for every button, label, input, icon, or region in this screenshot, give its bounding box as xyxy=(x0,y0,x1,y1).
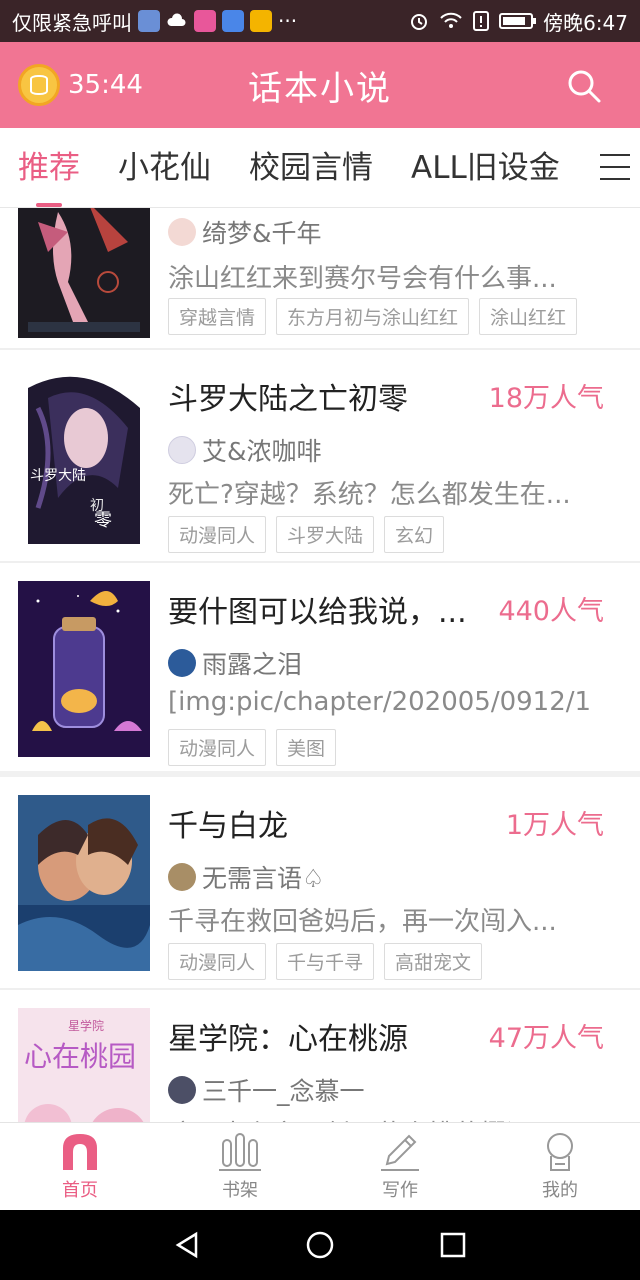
tab-menu-icon[interactable] xyxy=(600,154,630,180)
battery-icon xyxy=(499,13,537,29)
author-row: 艾&浓咖啡 xyxy=(168,432,322,468)
app-title: 话本小说 xyxy=(248,68,392,109)
book-cover: 斗罗大陆 初 零 xyxy=(18,368,150,544)
nav-profile[interactable]: 我的 xyxy=(480,1123,640,1210)
author-avatar xyxy=(168,436,196,464)
book-description: 千寻在救回爸妈后，再一次闯入... xyxy=(168,907,557,937)
book-tag[interactable]: 动漫同人 xyxy=(168,729,267,766)
system-nav-bar xyxy=(0,1210,640,1280)
book-title: 千与白龙 xyxy=(168,809,288,844)
author-avatar xyxy=(168,1076,196,1104)
author-row: 绮梦&千年 xyxy=(168,214,322,250)
book-cover: 星学院 心在桃园 xyxy=(18,1008,150,1122)
book-tag[interactable]: 穿越言情 xyxy=(168,298,267,335)
book-tags: 穿越言情 东方月初与涂山红红 涂山红红 xyxy=(168,298,578,335)
author-name: 绮梦&千年 xyxy=(202,219,322,248)
book-description: 涂山红红来到赛尔号会有什么事... xyxy=(168,264,557,294)
cloud-icon xyxy=(166,10,188,32)
book-popularity: 18万人气 xyxy=(488,383,604,414)
tab-campus-romance[interactable]: 校园言情 xyxy=(249,142,373,193)
search-icon[interactable] xyxy=(566,68,602,104)
author-row: 雨露之泪 xyxy=(168,645,302,681)
author-name: 艾&浓咖啡 xyxy=(202,437,322,466)
home-circle-icon[interactable] xyxy=(305,1230,335,1260)
book-tag[interactable]: 动漫同人 xyxy=(168,516,267,553)
author-avatar xyxy=(168,863,196,891)
more-notifications-icon: ··· xyxy=(278,9,298,33)
emergency-call-text: 仅限紧急呼叫 xyxy=(12,10,132,35)
book-item[interactable]: 千与白龙 1万人气 无需言语♤ 千寻在救回爸妈后，再一次闯入... 动漫同人 千… xyxy=(0,777,640,990)
back-icon[interactable] xyxy=(172,1230,202,1260)
book-tag[interactable]: 千与千寻 xyxy=(276,943,375,980)
author-name: 无需言语♤ xyxy=(202,864,325,893)
profile-icon xyxy=(547,1133,573,1171)
book-popularity: 47万人气 xyxy=(488,1023,604,1054)
book-tag[interactable]: 动漫同人 xyxy=(168,943,267,980)
cover-title-text: 斗罗大陆 xyxy=(30,468,86,484)
pencil-icon xyxy=(381,1134,419,1171)
nav-write[interactable]: 写作 xyxy=(320,1123,480,1210)
book-tag[interactable]: 斗罗大陆 xyxy=(276,516,375,553)
category-tabs: 推荐 小花仙 校园言情 ALL旧设金 xyxy=(0,128,640,208)
book-item[interactable]: 要什图可以给我说，... 440人气 雨露之泪 [img:pic/chapter… xyxy=(0,563,640,777)
nav-label: 我的 xyxy=(542,1180,578,1201)
book-item[interactable]: 斗罗大陆 初 零 斗罗大陆之亡初零 18万人气 艾&浓咖啡 死亡?穿越？系统？怎… xyxy=(0,350,640,563)
book-tags: 动漫同人 斗罗大陆 玄幻 xyxy=(168,516,445,553)
book-item[interactable]: 星学院 心在桃园 星学院：心在桃源 47万人气 三千一_念慕一 这一本主言原创，… xyxy=(0,990,640,1122)
book-tag[interactable]: 涂山红红 xyxy=(479,298,578,335)
author-row: 三千一_念慕一 xyxy=(168,1072,365,1108)
author-avatar xyxy=(168,218,196,246)
nav-label: 写作 xyxy=(382,1180,418,1201)
book-title: 星学院：心在桃源 xyxy=(168,1022,408,1057)
nav-label: 首页 xyxy=(62,1180,98,1201)
status-left: 仅限紧急呼叫 ··· xyxy=(12,7,409,36)
book-description: 死亡?穿越？系统？怎么都发生在... xyxy=(168,480,571,510)
book-popularity: 440人气 xyxy=(498,596,604,627)
app-header: 35:44 话本小说 xyxy=(0,42,640,128)
weibo-icon xyxy=(250,10,272,32)
sim-alert-icon xyxy=(473,11,490,31)
author-name: 雨露之泪 xyxy=(202,650,303,679)
author-avatar xyxy=(168,649,196,677)
book-tags: 动漫同人 美图 xyxy=(168,729,337,766)
book-tags: 动漫同人 千与千寻 高甜宠文 xyxy=(168,943,483,980)
home-icon xyxy=(63,1134,97,1170)
book-popularity: 1万人气 xyxy=(505,810,604,841)
book-tag[interactable]: 高甜宠文 xyxy=(384,943,483,980)
bookshelf-icon xyxy=(219,1133,261,1171)
book-title: 斗罗大陆之亡初零 xyxy=(168,382,408,417)
cover-title-text: 星学院 xyxy=(68,1018,104,1033)
book-list[interactable]: 绮梦&千年 涂山红红来到赛尔号会有什么事... 穿越言情 东方月初与涂山红红 涂… xyxy=(0,208,640,1122)
book-tag[interactable]: 玄幻 xyxy=(384,516,445,553)
book-description: [img:pic/chapter/202005/0912/1 xyxy=(168,687,592,717)
book-cover xyxy=(18,208,150,338)
tab-xiaohuaxian[interactable]: 小花仙 xyxy=(118,142,211,193)
book-cover xyxy=(18,581,150,757)
wifi-icon xyxy=(440,12,462,28)
status-right: 傍晚6:47 xyxy=(409,7,628,36)
nav-bookshelf[interactable]: 书架 xyxy=(160,1123,320,1210)
recents-square-icon[interactable] xyxy=(438,1230,468,1260)
bottom-nav: 首页 书架 写作 我的 xyxy=(0,1122,640,1210)
status-bar: 仅限紧急呼叫 ··· 傍晚6:47 xyxy=(0,0,640,42)
status-time: 傍晚6:47 xyxy=(543,10,628,35)
map-app-icon xyxy=(222,10,244,32)
book-title: 要什图可以给我说，... xyxy=(168,595,467,630)
book-cover xyxy=(18,795,150,971)
alarm-icon xyxy=(411,14,428,30)
book-item[interactable]: 绮梦&千年 涂山红红来到赛尔号会有什么事... 穿越言情 东方月初与涂山红红 涂… xyxy=(0,208,640,350)
browser-icon xyxy=(138,10,160,32)
author-name: 三千一_念慕一 xyxy=(202,1077,365,1106)
nav-home[interactable]: 首页 xyxy=(0,1123,160,1210)
video-app-icon xyxy=(194,10,216,32)
tab-recommend[interactable]: 推荐 xyxy=(18,142,80,207)
book-description: 这一本主言原创，花小桃蔡樱逗... xyxy=(168,1114,614,1122)
nav-label: 书架 xyxy=(222,1180,258,1201)
cover-title-text: 心在桃园 xyxy=(24,1040,136,1073)
cover-title-text: 零 xyxy=(94,510,112,531)
book-tag[interactable]: 东方月初与涂山红红 xyxy=(276,298,470,335)
author-row: 无需言语♤ xyxy=(168,859,324,895)
tab-all-old[interactable]: ALL旧设金 xyxy=(411,142,560,193)
book-tag[interactable]: 美图 xyxy=(276,729,337,766)
